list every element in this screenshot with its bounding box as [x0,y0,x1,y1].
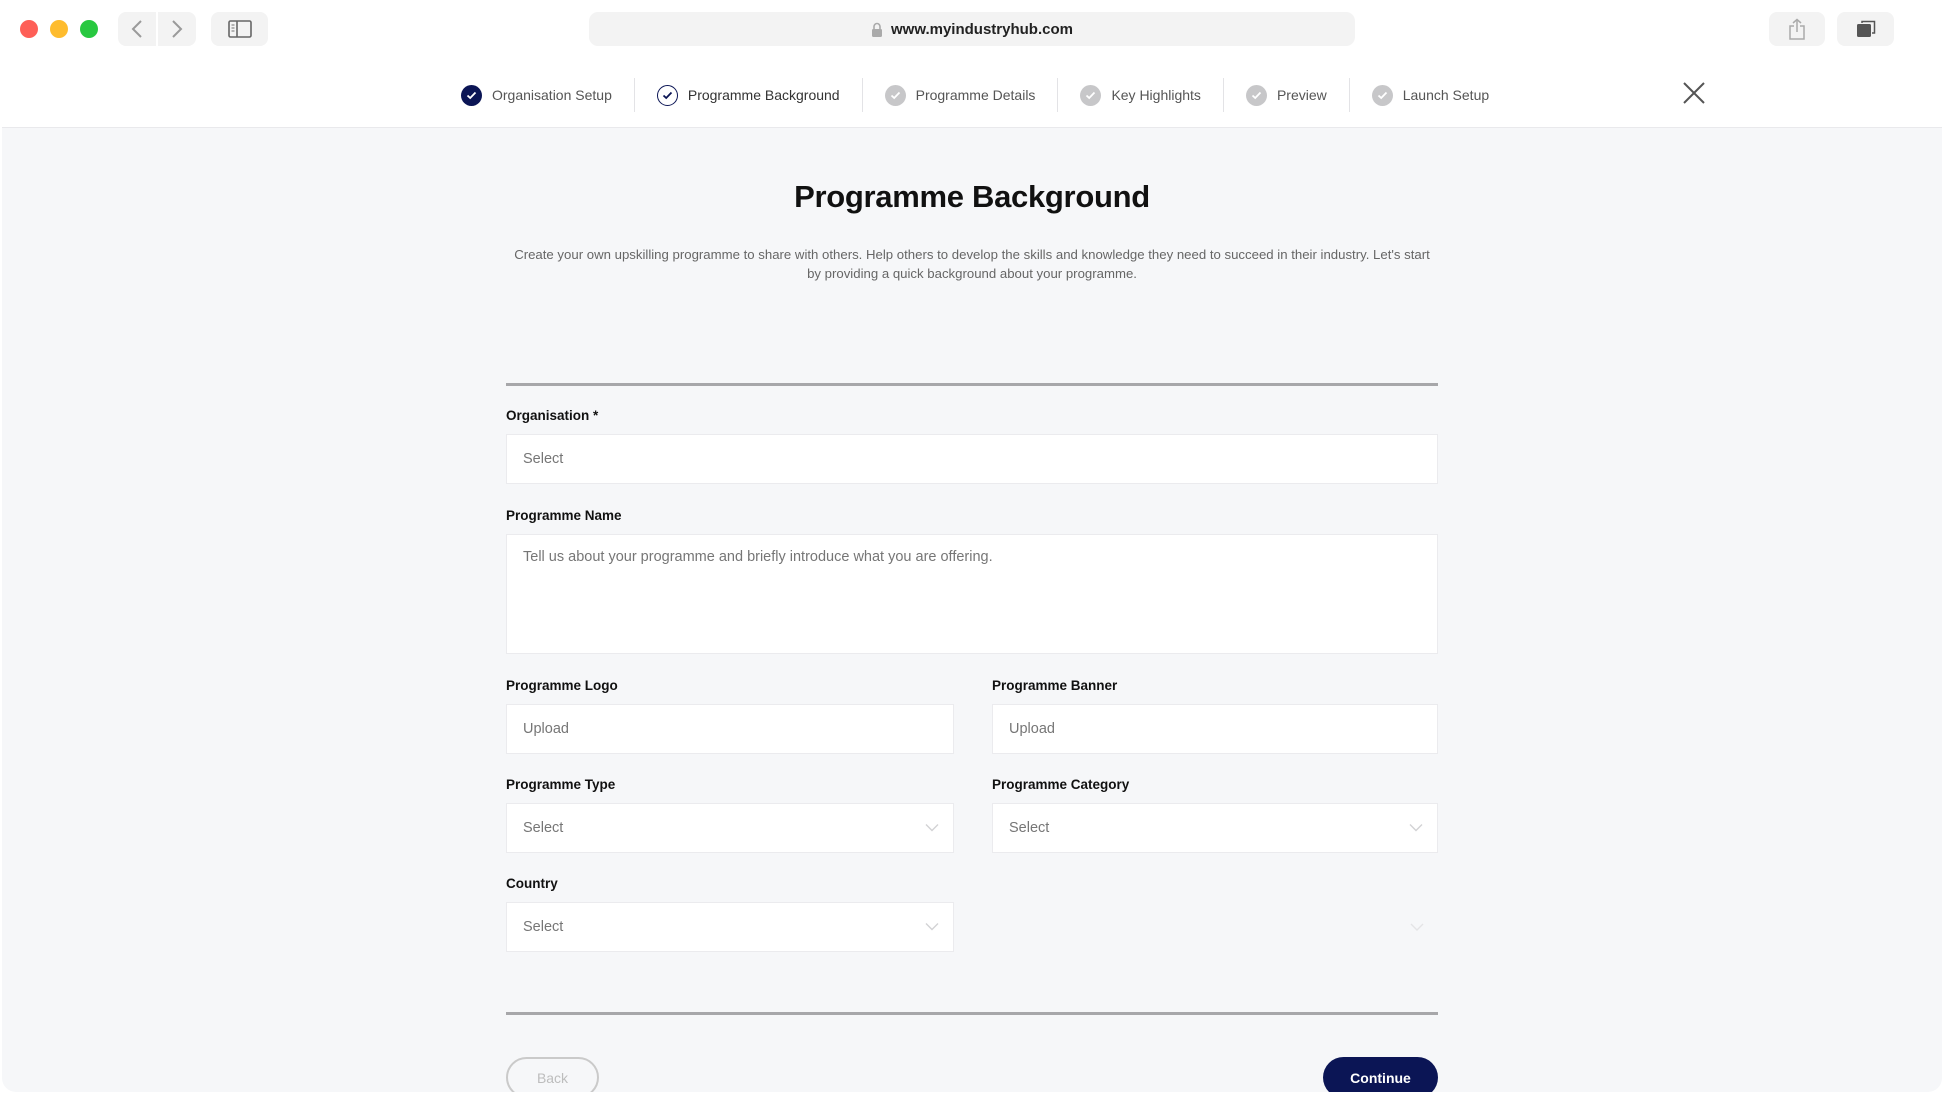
continue-button[interactable]: Continue [1323,1057,1438,1092]
programme-category-select[interactable]: Select [992,803,1438,853]
step-programme-background[interactable]: Programme Background [635,78,863,112]
programme-logo-placeholder: Upload [523,721,569,737]
step-launch-setup[interactable]: Launch Setup [1350,78,1511,112]
country-select[interactable]: Select [506,902,954,952]
organisation-select[interactable]: Select [506,434,1438,484]
check-circle-icon [884,84,906,106]
url-text: www.myindustryhub.com [891,20,1073,38]
programme-name-placeholder: Tell us about your programme and briefly… [523,549,993,565]
programme-category-placeholder: Select [1009,820,1050,836]
step-organisation-setup[interactable]: Organisation Setup [461,78,635,112]
programme-logo-label: Programme Logo [506,678,618,693]
step-label: Launch Setup [1402,87,1490,103]
check-circle-icon [1371,84,1393,106]
share-icon [1789,18,1805,40]
page-title: Programme Background [794,179,1150,214]
chevron-down-icon [1409,824,1423,832]
programme-name-label: Programme Name [506,508,622,523]
organisation-label: Organisation * [506,408,599,423]
step-programme-details[interactable]: Programme Details [863,78,1059,112]
step-label: Key Highlights [1111,87,1201,103]
country-label: Country [506,876,558,891]
ghost-chevron-down-icon [1410,923,1424,931]
programme-logo-upload[interactable]: Upload [506,704,954,754]
programme-banner-upload[interactable]: Upload [992,704,1438,754]
back-button[interactable]: Back [506,1057,599,1092]
programme-category-label: Programme Category [992,777,1130,792]
step-label: Programme Background [687,87,840,103]
programme-name-input[interactable]: Tell us about your programme and briefly… [506,534,1438,654]
step-label: Organisation Setup [492,87,612,103]
programme-type-select[interactable]: Select [506,803,954,853]
sidebar-toggle-button[interactable] [211,12,268,46]
step-list: Organisation Setup Programme Background … [461,78,1511,112]
chevron-right-icon [172,20,183,38]
step-label: Programme Details [915,87,1036,103]
page: Organisation Setup Programme Background … [2,57,1942,1092]
chevron-down-icon [925,824,939,832]
browser-forward-button[interactable] [158,12,196,46]
close-icon [1683,82,1705,104]
address-bar[interactable]: www.myindustryhub.com [589,12,1355,46]
lock-icon [872,22,883,37]
step-key-highlights[interactable]: Key Highlights [1058,78,1224,112]
window-minimize-button[interactable] [50,20,68,38]
check-circle-icon [1245,84,1267,106]
chevron-down-icon [925,923,939,931]
sidebar-icon [227,20,252,38]
country-placeholder: Select [523,919,564,935]
check-circle-icon [1080,84,1102,106]
share-button[interactable] [1769,12,1825,46]
section-divider [506,383,1438,386]
window-close-button[interactable] [20,20,38,38]
chevron-left-icon [131,20,142,38]
programme-banner-label: Programme Banner [992,678,1118,693]
programme-type-placeholder: Select [523,820,564,836]
browser-back-button[interactable] [118,12,156,46]
check-circle-icon [461,84,482,106]
tabs-icon [1856,20,1875,37]
browser-toolbar: www.myindustryhub.com [0,0,1944,57]
window-maximize-button[interactable] [80,20,98,38]
organisation-placeholder: Select [523,451,564,467]
programme-banner-placeholder: Upload [1009,721,1055,737]
step-preview[interactable]: Preview [1224,78,1350,112]
page-intro: Create your own upskilling programme to … [514,247,1430,281]
programme-type-label: Programme Type [506,777,616,792]
tab-overview-button[interactable] [1837,12,1894,46]
progress-stepper: Organisation Setup Programme Background … [2,57,1942,128]
footer-divider [506,1012,1438,1015]
close-button[interactable] [1682,81,1706,105]
check-circle-outline-icon [656,84,678,106]
step-label: Preview [1276,87,1327,103]
